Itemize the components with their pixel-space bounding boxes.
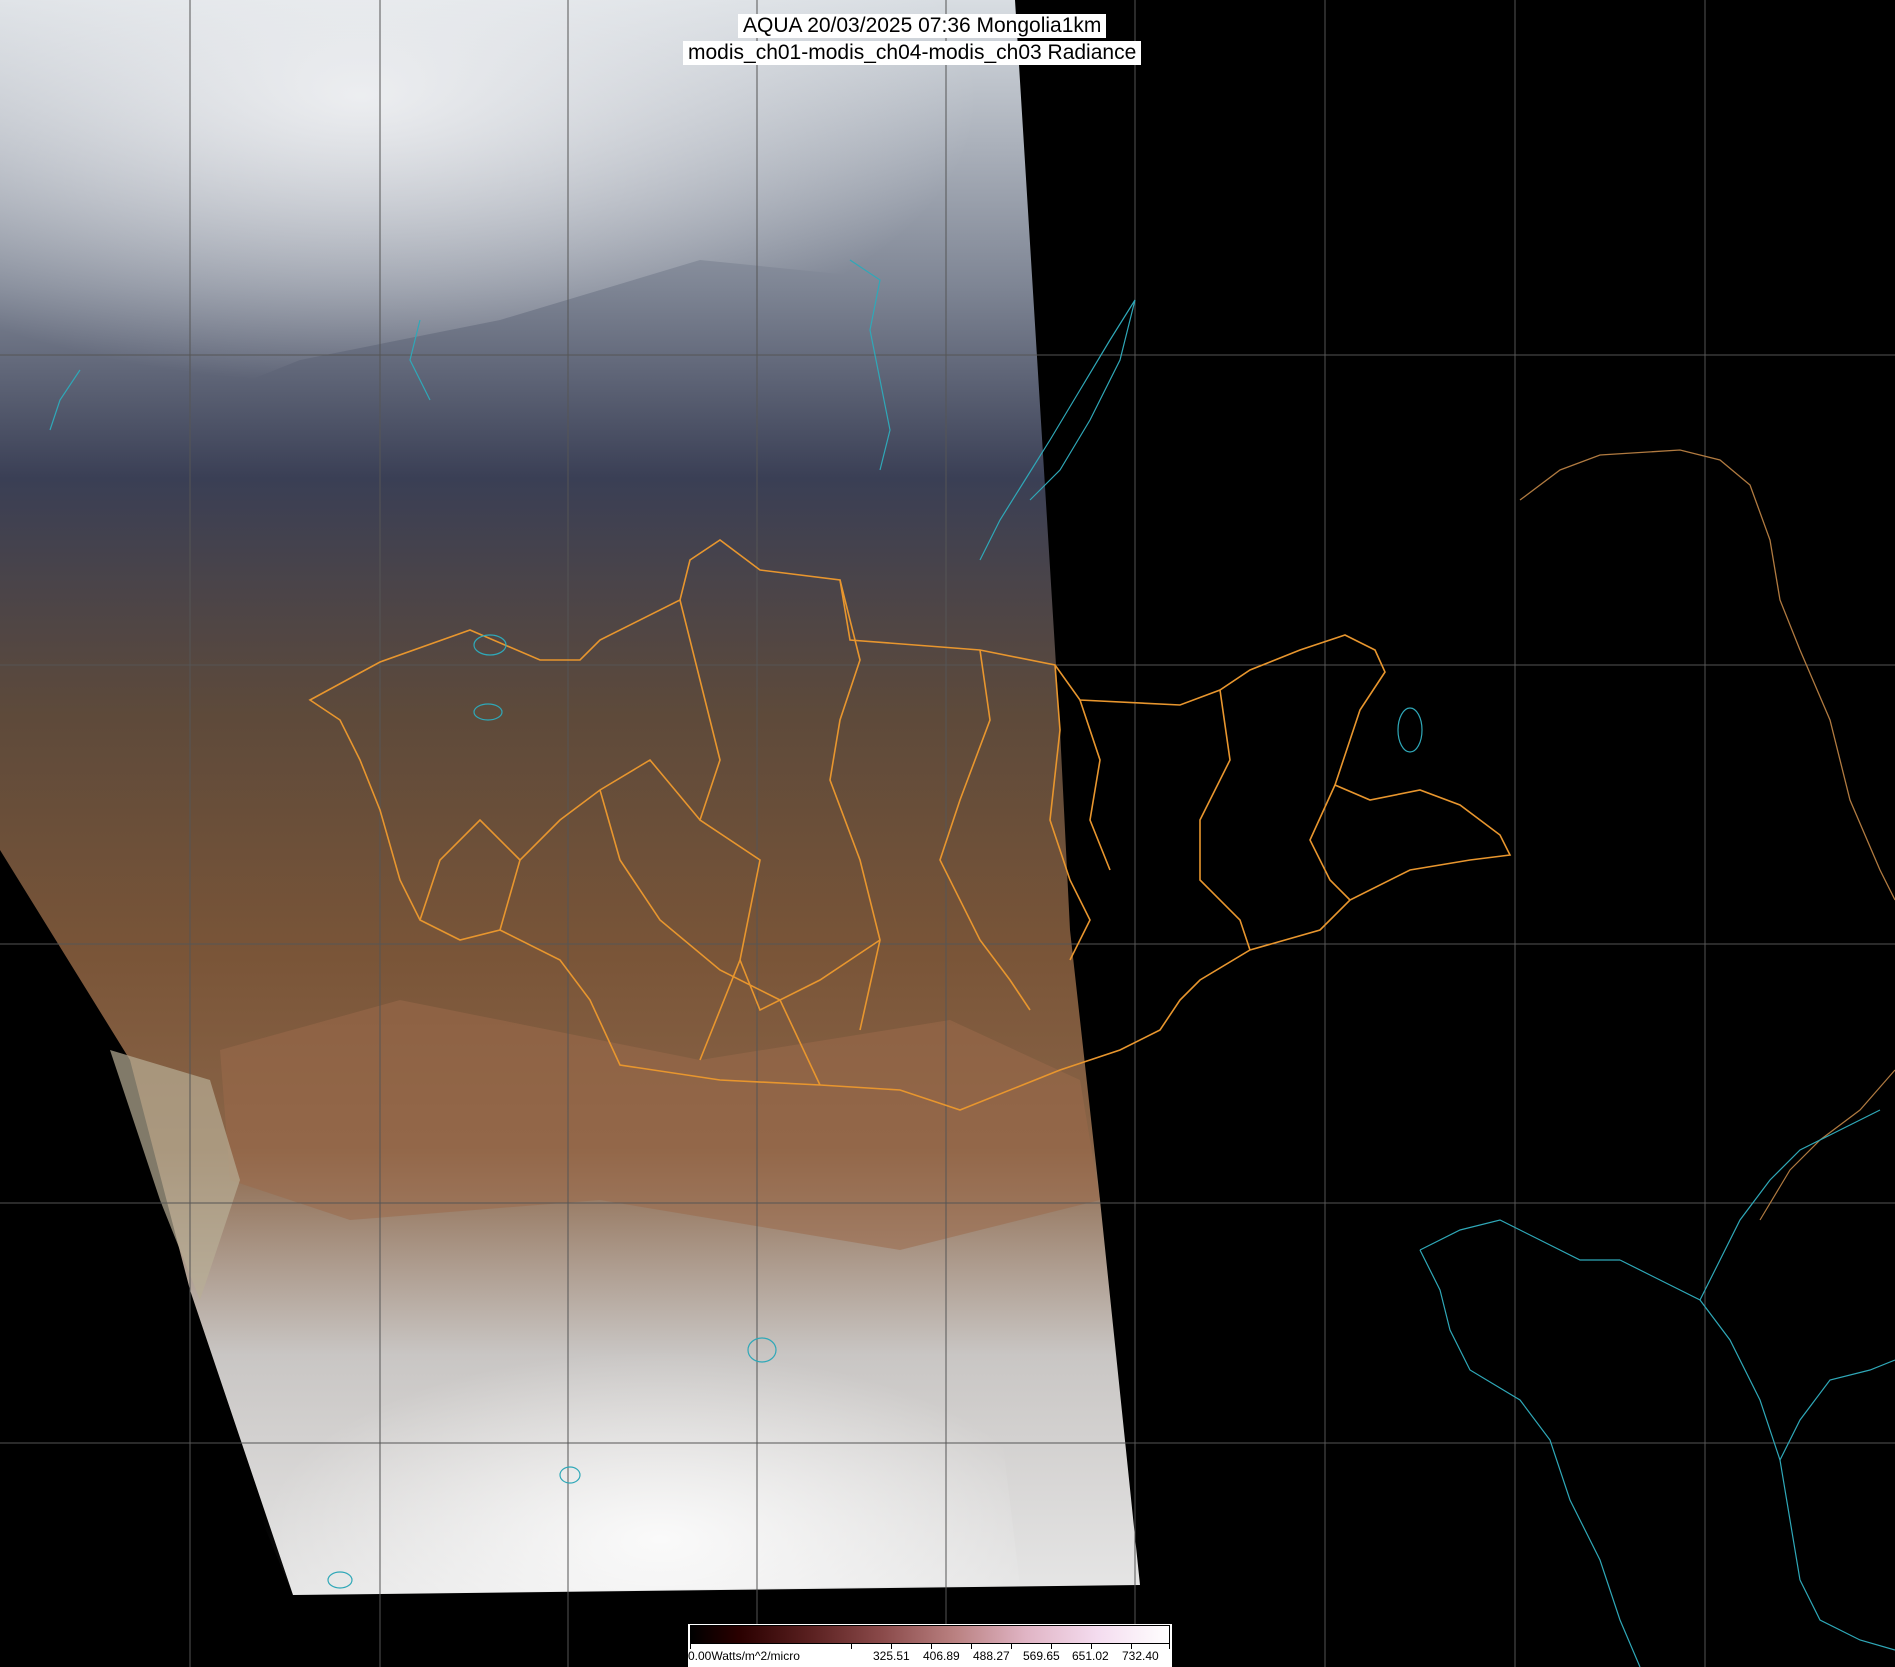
colorbar-tick bbox=[1169, 1644, 1170, 1649]
colorbar-label: 406.89 bbox=[923, 1649, 960, 1663]
colorbar-tick bbox=[851, 1644, 852, 1649]
colorbar-label: 569.65 bbox=[1023, 1649, 1060, 1663]
colorbar-legend: 0.00Watts/m^2/micro 325.51 406.89 488.27… bbox=[688, 1624, 1172, 1667]
korea-border bbox=[1759, 1069, 1895, 1221]
colorbar-ramp bbox=[690, 1625, 1170, 1644]
china-border-east bbox=[1799, 649, 1895, 901]
colorbar-tick bbox=[971, 1644, 972, 1649]
colorbar-tick bbox=[1011, 1644, 1012, 1649]
colorbar-label: 488.27 bbox=[973, 1649, 1010, 1663]
colorbar-label-min: 0.00Watts/m^2/micro bbox=[688, 1649, 800, 1663]
manchuria-border bbox=[1519, 449, 1801, 651]
satellite-map bbox=[0, 0, 1895, 1667]
colorbar-label: 732.40 bbox=[1122, 1649, 1159, 1663]
colorbar-label: 325.51 bbox=[873, 1649, 910, 1663]
map-subtitle: modis_ch01-modis_ch04-modis_ch03 Radianc… bbox=[683, 41, 1142, 65]
colorbar-label: 651.02 bbox=[1072, 1649, 1109, 1663]
map-title: AQUA 20/03/2025 07:36 Mongolia1km bbox=[738, 14, 1107, 38]
